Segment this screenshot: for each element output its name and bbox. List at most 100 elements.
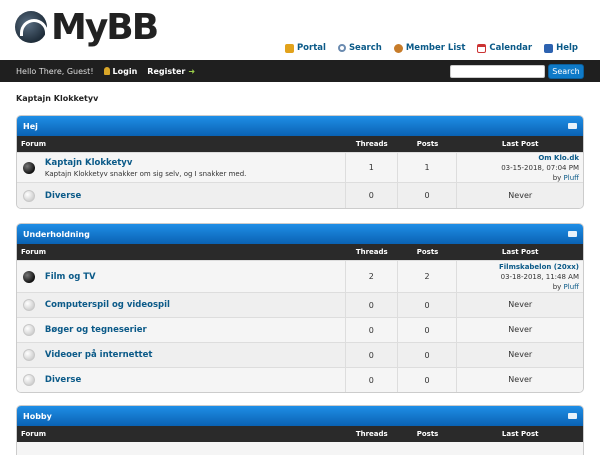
forum-link[interactable]: Bøger og tegneserier: [45, 325, 345, 335]
forum-row: Videoer på internettet 0 0 Never: [17, 342, 583, 367]
thread-count: 1: [346, 153, 398, 182]
register-label: Register: [147, 66, 186, 76]
login-link[interactable]: Login: [103, 66, 138, 76]
post-count: 1: [398, 153, 458, 182]
last-post-title[interactable]: Filmskabelon (20xx): [499, 262, 579, 272]
last-post-date: 03-15-2018, 07:04 PM: [501, 163, 579, 172]
help-link-label: Help: [556, 43, 578, 53]
post-count: 0: [398, 293, 458, 317]
last-post-date: 03-18-2018, 11:48 AM: [500, 272, 579, 281]
collapse-icon[interactable]: [568, 231, 577, 237]
forum-row: Diverse 0 0 Never: [17, 182, 583, 208]
member-list-link-label: Member List: [405, 43, 466, 53]
last-post: Om Klo.dk 03-15-2018, 07:04 PM by Pluff: [457, 153, 583, 182]
portal-link[interactable]: Portal: [284, 43, 326, 53]
post-count: 0: [398, 368, 458, 392]
member-list-link[interactable]: Member List: [393, 43, 466, 53]
last-post-title[interactable]: Om Klo.dk: [538, 153, 579, 163]
category-hej: Hej Forum Threads Posts Last Post Kaptaj…: [16, 115, 584, 209]
post-count: 0: [398, 318, 458, 342]
column-headers: Forum Threads Posts Last Post: [17, 244, 583, 260]
search-icon: [337, 44, 346, 52]
category-underholdning: Underholdning Forum Threads Posts Last P…: [16, 223, 584, 393]
forum-status-on-icon: [22, 270, 35, 283]
collapse-icon[interactable]: [568, 413, 577, 419]
last-post-never: Never: [508, 325, 533, 334]
category-header: Underholdning: [17, 224, 583, 244]
thread-count: 0: [346, 318, 398, 342]
welcome-text: Hello There, Guest!: [16, 66, 94, 76]
forum-status-off-icon: [22, 374, 35, 386]
column-headers: Forum Threads Posts Last Post: [17, 426, 583, 442]
forum-link[interactable]: Film og TV: [45, 272, 345, 282]
forum-link[interactable]: Videoer på internettet: [45, 350, 345, 360]
forum-status-off-icon: [22, 324, 35, 336]
forum-row: Computerspil og videospil 0 0 Never: [17, 292, 583, 317]
col-last-post: Last Post: [501, 140, 539, 148]
forum-status-off-icon: [22, 349, 35, 361]
last-post-never: Never: [508, 190, 533, 200]
breadcrumb[interactable]: Kaptajn Klokketyv: [16, 94, 98, 103]
forum-row: Kaptajn Klokketyv Kaptajn Klokketyv snak…: [17, 152, 583, 182]
post-count: 0: [398, 343, 458, 367]
search-link[interactable]: Search: [337, 43, 382, 53]
post-count: 2: [398, 261, 458, 292]
col-posts: Posts: [416, 248, 439, 256]
category-hobby: Hobby Forum Threads Posts Last Post: [16, 405, 584, 455]
help-icon: [544, 43, 554, 53]
category-title[interactable]: Underholdning: [23, 230, 90, 239]
forum-link[interactable]: Computerspil og videospil: [45, 300, 345, 310]
search-link-label: Search: [348, 43, 382, 53]
thread-count: 2: [346, 261, 398, 292]
last-post-never: Never: [508, 350, 533, 359]
top-links: Portal Search Member List Calendar Help: [284, 43, 578, 53]
forum-row: Film og TV 2 2 Filmskabelon (20xx) 03-18…: [17, 260, 583, 292]
post-count: 0: [398, 183, 458, 208]
col-posts: Posts: [416, 430, 439, 438]
col-forum: Forum: [21, 248, 47, 256]
help-link[interactable]: Help: [544, 43, 578, 53]
forum-row: Diverse 0 0 Never: [17, 367, 583, 392]
forum-link[interactable]: Diverse: [45, 375, 345, 385]
collapse-icon[interactable]: [568, 123, 577, 129]
last-post-user[interactable]: Pluff: [564, 283, 579, 291]
key-icon: [103, 67, 110, 75]
last-post-never: Never: [508, 375, 533, 384]
col-threads: Threads: [355, 140, 388, 148]
category-header: Hej: [17, 116, 583, 136]
last-post-user[interactable]: Pluff: [564, 174, 579, 182]
category-header: Hobby: [17, 406, 583, 426]
forum-link[interactable]: Kaptajn Klokketyv: [45, 158, 345, 168]
header: MyBB Portal Search Member List Calendar …: [0, 0, 600, 60]
portal-link-label: Portal: [296, 43, 326, 53]
forum-status-off-icon: [22, 299, 35, 311]
last-post: Filmskabelon (20xx) 03-18-2018, 11:48 AM…: [457, 261, 583, 292]
col-last-post: Last Post: [501, 430, 539, 438]
search-input[interactable]: [450, 65, 545, 78]
thread-count: 0: [346, 183, 398, 208]
col-forum: Forum: [21, 430, 47, 438]
category-title[interactable]: Hobby: [23, 412, 52, 421]
search-button[interactable]: Search: [548, 64, 584, 79]
col-forum: Forum: [21, 140, 47, 148]
col-posts: Posts: [416, 140, 439, 148]
calendar-icon: [477, 43, 487, 53]
forum-row: Bøger og tegneserier 0 0 Never: [17, 317, 583, 342]
login-label: Login: [112, 66, 138, 76]
col-threads: Threads: [355, 430, 388, 438]
forum-status-off-icon: [22, 189, 35, 202]
last-post-by: by: [552, 173, 562, 182]
arrow-right-icon: ➜: [188, 66, 196, 76]
last-post-never: Never: [508, 300, 533, 309]
category-title[interactable]: Hej: [23, 122, 38, 131]
logo-text: MyBB: [51, 6, 159, 48]
forum-link[interactable]: Diverse: [45, 191, 345, 201]
register-link[interactable]: Register ➜: [147, 67, 195, 76]
thread-count: 0: [346, 293, 398, 317]
portal-icon: [284, 43, 294, 53]
logo-icon: [15, 11, 48, 43]
thread-count: 0: [346, 343, 398, 367]
calendar-link[interactable]: Calendar: [477, 43, 532, 53]
col-last-post: Last Post: [501, 248, 539, 256]
mybb-logo[interactable]: MyBB: [15, 6, 159, 48]
